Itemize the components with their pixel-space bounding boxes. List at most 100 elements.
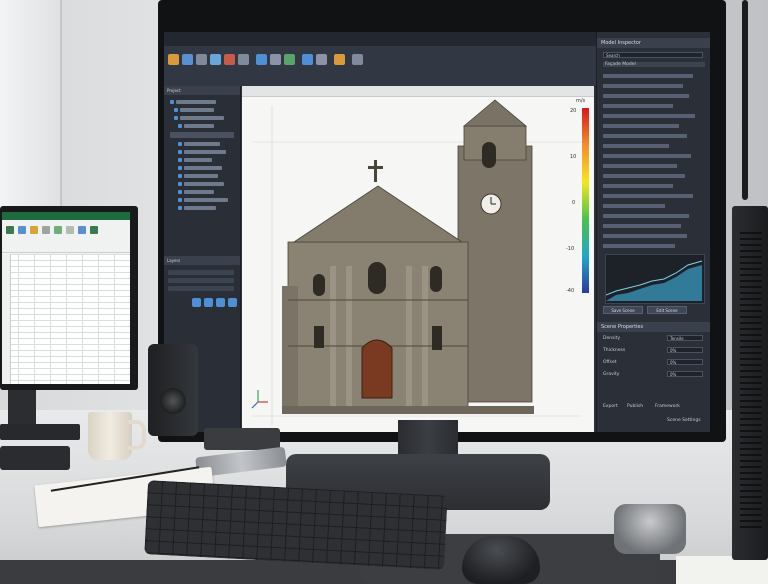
footer-item[interactable]: Publish	[627, 404, 643, 409]
inspector-row[interactable]	[603, 234, 687, 238]
inspector-row[interactable]	[603, 244, 675, 248]
inspector-row[interactable]	[603, 134, 687, 138]
insert-icon[interactable]	[54, 226, 62, 234]
edit-scene-button[interactable]: Edit Scene	[647, 306, 687, 314]
inspector-row[interactable]	[603, 224, 681, 228]
format-icon[interactable]	[18, 226, 26, 234]
file-icon	[178, 158, 182, 162]
render-icon[interactable]	[302, 54, 313, 65]
inspector-row[interactable]	[603, 94, 689, 98]
colorbar-tick: -10	[566, 246, 575, 252]
sum-icon[interactable]	[90, 226, 98, 234]
layer-tool-icon[interactable]	[228, 298, 237, 307]
inspector-row[interactable]	[603, 84, 683, 88]
tree-item[interactable]	[184, 182, 224, 186]
light-icon[interactable]	[334, 54, 345, 65]
inspector-row[interactable]	[603, 114, 695, 118]
inspector-search-input[interactable]: Search	[603, 52, 703, 58]
spreadsheet-screen	[2, 212, 130, 384]
field-input[interactable]: Tensile	[667, 335, 703, 341]
tree-item[interactable]	[184, 158, 212, 162]
move-icon[interactable]	[210, 54, 221, 65]
cable	[742, 0, 748, 200]
layer-tool-icon[interactable]	[204, 298, 213, 307]
usb-hub	[204, 428, 280, 450]
open-icon[interactable]	[168, 54, 179, 65]
inspector-row[interactable]	[603, 154, 691, 158]
field-input[interactable]: 0%	[667, 347, 703, 353]
speaker-cone	[160, 388, 186, 414]
inspector-panel: Model Inspector Search Façade Model Save…	[596, 32, 710, 432]
table-icon[interactable]	[42, 226, 50, 234]
inspector-row[interactable]	[603, 174, 685, 178]
file-icon	[178, 190, 182, 194]
footer-item[interactable]: Framework	[655, 404, 680, 409]
undo-icon[interactable]	[196, 54, 207, 65]
layer-tool-icon[interactable]	[192, 298, 201, 307]
measure-icon[interactable]	[270, 54, 281, 65]
file-icon	[178, 182, 182, 186]
colorbar-tick: 20	[570, 108, 577, 114]
tree-item[interactable]	[184, 174, 218, 178]
inspector-row[interactable]	[603, 184, 673, 188]
sort-icon[interactable]	[78, 226, 86, 234]
inspector-row[interactable]	[603, 124, 679, 128]
tree-item[interactable]	[184, 166, 222, 170]
inspector-row[interactable]	[603, 74, 693, 78]
footer-item[interactable]: Export	[603, 404, 618, 409]
field-input[interactable]: 0%	[667, 359, 703, 365]
cad-application: Project Layers m/s 20 10 0 -10 -40 Model…	[164, 32, 710, 432]
save-scene-button[interactable]: Save Scene	[603, 306, 643, 314]
tree-item[interactable]	[184, 124, 214, 128]
tree-item-selected[interactable]	[170, 132, 234, 138]
chart-icon[interactable]	[30, 226, 38, 234]
metal-fixture	[614, 504, 686, 554]
rotate-icon[interactable]	[224, 54, 235, 65]
camera-icon[interactable]	[316, 54, 327, 65]
file-icon	[178, 150, 182, 154]
church-model[interactable]	[242, 86, 594, 432]
area-chart	[605, 260, 703, 301]
mouse[interactable]	[462, 536, 540, 584]
folder-icon	[170, 100, 174, 104]
inspector-row[interactable]	[603, 214, 689, 218]
texture-icon[interactable]	[284, 54, 295, 65]
tree-item[interactable]	[176, 100, 216, 104]
filter-icon[interactable]	[66, 226, 74, 234]
save-icon[interactable]	[182, 54, 193, 65]
keyboard[interactable]	[144, 480, 448, 570]
field-input[interactable]: 0%	[667, 371, 703, 377]
layer-row[interactable]	[168, 270, 234, 275]
export-icon[interactable]	[352, 54, 363, 65]
tree-item[interactable]	[184, 142, 220, 146]
paste-icon[interactable]	[6, 226, 14, 234]
spreadsheet-grid[interactable]	[2, 254, 130, 384]
footer-settings[interactable]: Scene Settings	[667, 418, 701, 423]
tree-item[interactable]	[180, 116, 224, 120]
colorbar-tick: -40	[566, 288, 575, 294]
tower-vent	[740, 232, 762, 532]
tree-item[interactable]	[184, 190, 214, 194]
tree-item[interactable]	[184, 198, 228, 202]
layer-row[interactable]	[168, 286, 234, 291]
tree-item[interactable]	[180, 108, 214, 112]
inspector-row[interactable]	[603, 104, 673, 108]
inspector-row[interactable]	[603, 144, 669, 148]
layer-tool-icon[interactable]	[216, 298, 225, 307]
3d-viewport[interactable]	[242, 86, 594, 432]
layer-row[interactable]	[168, 278, 234, 283]
colorbar-unit: m/s	[576, 98, 586, 104]
scale-icon[interactable]	[238, 54, 249, 65]
color-scale-bar	[582, 108, 589, 293]
inspector-row[interactable]	[603, 204, 665, 208]
inspector-row[interactable]	[603, 194, 693, 198]
inspector-row[interactable]	[603, 164, 677, 168]
layers-panel-header: Layers	[164, 256, 240, 265]
tree-item[interactable]	[184, 150, 226, 154]
row-headers	[2, 254, 11, 384]
tree-item[interactable]	[184, 206, 216, 210]
small-keyboard	[0, 446, 70, 470]
paper-sheet	[676, 556, 768, 584]
inspector-selected-item[interactable]: Façade Model	[603, 62, 705, 67]
mesh-icon[interactable]	[256, 54, 267, 65]
